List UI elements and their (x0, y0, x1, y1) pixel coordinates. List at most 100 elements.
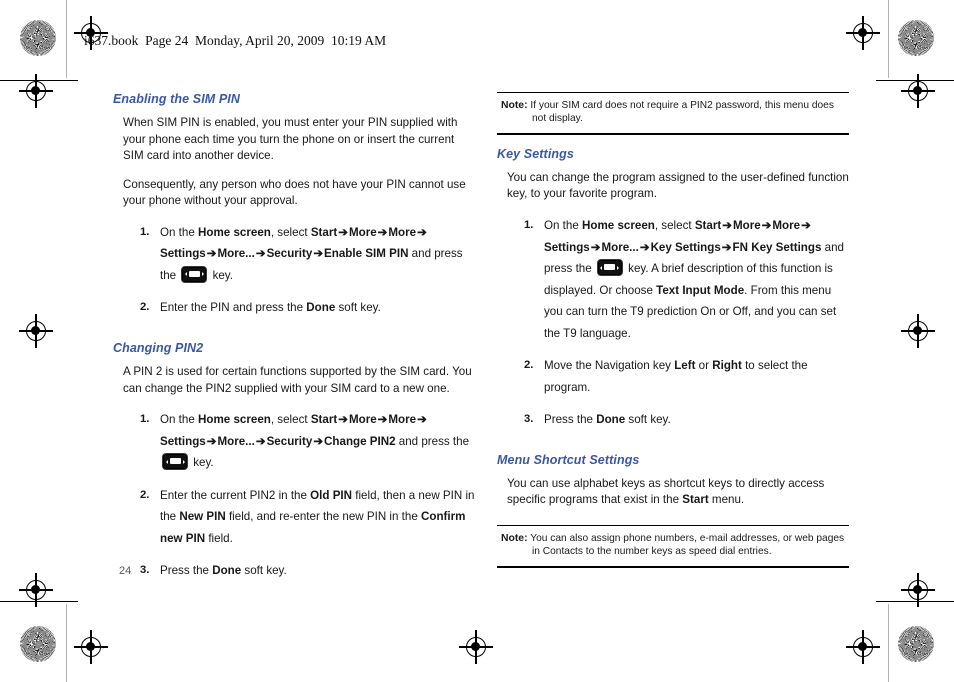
arrow-icon: ➔ (722, 219, 732, 232)
paragraph-sim-pin-consequently: Consequently, any person who does not ha… (123, 177, 466, 208)
ui-term: Start (694, 219, 722, 232)
ui-term: New PIN (179, 510, 226, 524)
step-item: Enter the current PIN2 in the Old PIN fi… (113, 485, 475, 550)
trim-line-bottom-right (876, 601, 954, 603)
ui-term: More (388, 225, 417, 239)
step-text: Enter the PIN and press the (160, 301, 307, 315)
paragraph-pin2-description: A PIN 2 is used for certain functions su… (123, 364, 472, 395)
step-text: soft key. (241, 564, 287, 578)
arrow-icon: ➔ (761, 219, 772, 232)
ok-select-key-icon (596, 259, 623, 276)
ui-term: Settings (544, 240, 590, 254)
ok-select-key-icon (181, 265, 208, 283)
ui-term: More (348, 225, 377, 239)
step-text: , select (654, 219, 695, 232)
ui-term: More (772, 219, 801, 232)
ui-term: Right (712, 359, 742, 372)
step-item: On the Home screen, select Start➔More➔Mo… (113, 222, 475, 287)
note-label: Note: (501, 100, 528, 111)
arrow-icon: ➔ (590, 240, 601, 254)
ui-term: Key Settings (650, 240, 721, 254)
step-item: Press the Done soft key. (113, 560, 475, 582)
starburst-target-top-left (20, 20, 56, 56)
steps-key-settings: On the Home screen, select Start➔More➔Mo… (497, 215, 849, 431)
step-item: Enter the PIN and press the Done soft ke… (113, 297, 475, 319)
steps-changing-pin2: On the Home screen, select Start➔More➔Mo… (113, 409, 475, 582)
arrow-icon: ➔ (639, 240, 650, 254)
ui-term: Start (682, 493, 709, 507)
ui-term: Start (310, 413, 338, 427)
registration-mark-bottom-right (846, 630, 880, 664)
arrow-icon: ➔ (313, 434, 324, 448)
step-text: field. (205, 531, 233, 545)
registration-mark-upper-right (901, 74, 935, 108)
step-text: key. (209, 268, 233, 282)
step-text: soft key. (625, 413, 671, 426)
steps-enabling-sim-pin: On the Home screen, select Start➔More➔Mo… (113, 222, 475, 319)
step-text: Enter the current PIN2 in the (160, 488, 311, 502)
trim-line-bottom-left (0, 601, 78, 603)
ui-term: Done (596, 413, 626, 426)
arrow-icon: ➔ (255, 434, 266, 448)
ui-term: Settings (160, 247, 206, 261)
ui-term: Done (306, 301, 336, 315)
trim-line-vertical-bottom-right (888, 604, 889, 682)
arrow-icon: ➔ (417, 413, 427, 427)
file-header-line: i637.book Page 24 Monday, April 20, 2009… (84, 33, 387, 48)
paragraph-text: You can use alphabet keys as shortcut ke… (507, 476, 825, 507)
ui-term: More (388, 413, 417, 427)
starburst-target-top-right (898, 20, 934, 56)
note-text: If your SIM card does not require a PIN2… (530, 100, 834, 125)
page-number: 24 (119, 565, 132, 577)
arrow-icon: ➔ (417, 225, 427, 239)
ui-term: More... (601, 240, 639, 254)
ui-term: Done (212, 564, 242, 578)
step-text: , select (270, 413, 311, 427)
step-item: Move the Navigation key Left or Right to… (497, 355, 849, 398)
ui-term: FN Key Settings (732, 240, 822, 254)
ui-term: Text Input Mode (656, 283, 745, 297)
ui-term: Home screen (198, 225, 271, 239)
heading-menu-shortcut-settings: Menu Shortcut Settings (497, 452, 640, 467)
arrow-icon: ➔ (338, 413, 348, 427)
step-item: On the Home screen, select Start➔More➔Mo… (497, 215, 849, 344)
arrow-icon: ➔ (721, 240, 732, 254)
ui-term: Settings (160, 434, 206, 448)
heading-changing-pin2: Changing PIN2 (113, 340, 204, 355)
registration-mark-lower-right (901, 573, 935, 607)
note-box-pin2-password: Note: If your SIM card does not require … (497, 92, 849, 135)
trim-line-top-left (0, 80, 78, 82)
ui-term: Security (266, 434, 313, 448)
step-text: On the (160, 413, 199, 427)
starburst-target-bottom-left (20, 626, 56, 662)
step-text: On the (160, 225, 199, 239)
arrow-icon: ➔ (255, 247, 266, 261)
trim-line-vertical-bottom-left (66, 604, 67, 682)
ok-select-key-icon (162, 453, 188, 471)
arrow-icon: ➔ (377, 225, 388, 239)
arrow-icon: ➔ (801, 219, 811, 232)
step-text: key. (190, 456, 214, 470)
arrow-icon: ➔ (313, 247, 324, 261)
paragraph-menu-shortcut-description: You can use alphabet keys as shortcut ke… (497, 476, 849, 509)
ui-term: Old PIN (310, 488, 353, 502)
ui-term: Security (266, 247, 313, 261)
note-label: Note: (501, 532, 528, 544)
trim-line-top-right (876, 80, 954, 82)
arrow-icon: ➔ (206, 434, 217, 448)
paragraph-key-settings-description: You can change the program assigned to t… (507, 170, 849, 201)
arrow-icon: ➔ (206, 247, 217, 261)
registration-mark-mid-left (19, 314, 53, 348)
ui-term: More (348, 413, 377, 427)
step-text: Press the (160, 564, 213, 578)
ui-term: Change PIN2 (324, 434, 396, 448)
step-text: Move the Navigation key (544, 359, 675, 372)
registration-mark-upper-left (19, 74, 53, 108)
arrow-icon: ➔ (338, 225, 348, 239)
registration-mark-mid-right (901, 314, 935, 348)
ui-term: Home screen (582, 219, 655, 232)
registration-mark-bottom-center (459, 630, 493, 664)
step-text: soft key. (335, 301, 381, 315)
step-text: or (695, 359, 713, 372)
registration-mark-lower-left (19, 573, 53, 607)
